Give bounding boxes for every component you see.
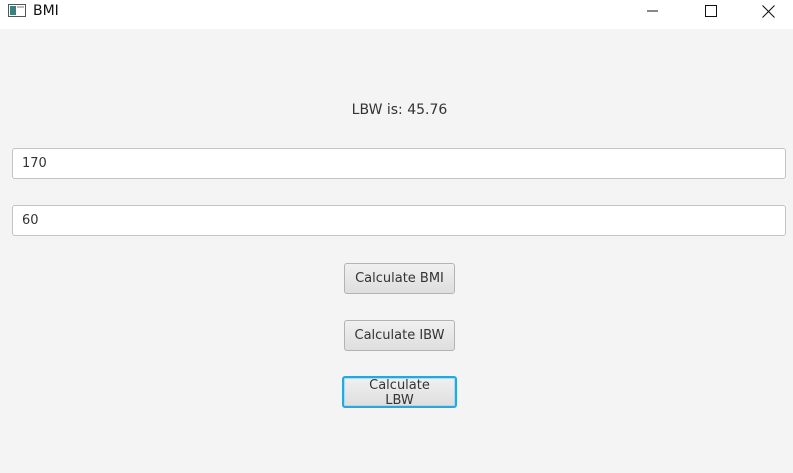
title-bar[interactable]: BMI <box>0 0 793 29</box>
close-button[interactable] <box>741 0 793 22</box>
calculate-ibw-button[interactable]: Calculate IBW <box>344 320 455 351</box>
minimize-button[interactable] <box>626 0 680 22</box>
window-title: BMI <box>33 3 59 19</box>
app-window: BMI LBW is: 45.76 Calculate BMI Calculat… <box>0 0 793 473</box>
result-label: LBW is: 45.76 <box>351 102 448 118</box>
minimize-icon <box>647 10 658 12</box>
close-icon <box>761 4 775 18</box>
height-input[interactable] <box>12 148 786 179</box>
calculate-lbw-button[interactable]: Calculate LBW <box>342 376 457 408</box>
app-window-icon <box>8 4 26 17</box>
maximize-button[interactable] <box>684 0 738 22</box>
maximize-icon <box>705 5 717 17</box>
calculate-bmi-button[interactable]: Calculate BMI <box>344 263 455 294</box>
weight-input[interactable] <box>12 205 786 236</box>
main-content: LBW is: 45.76 Calculate BMI Calculate IB… <box>0 29 793 473</box>
